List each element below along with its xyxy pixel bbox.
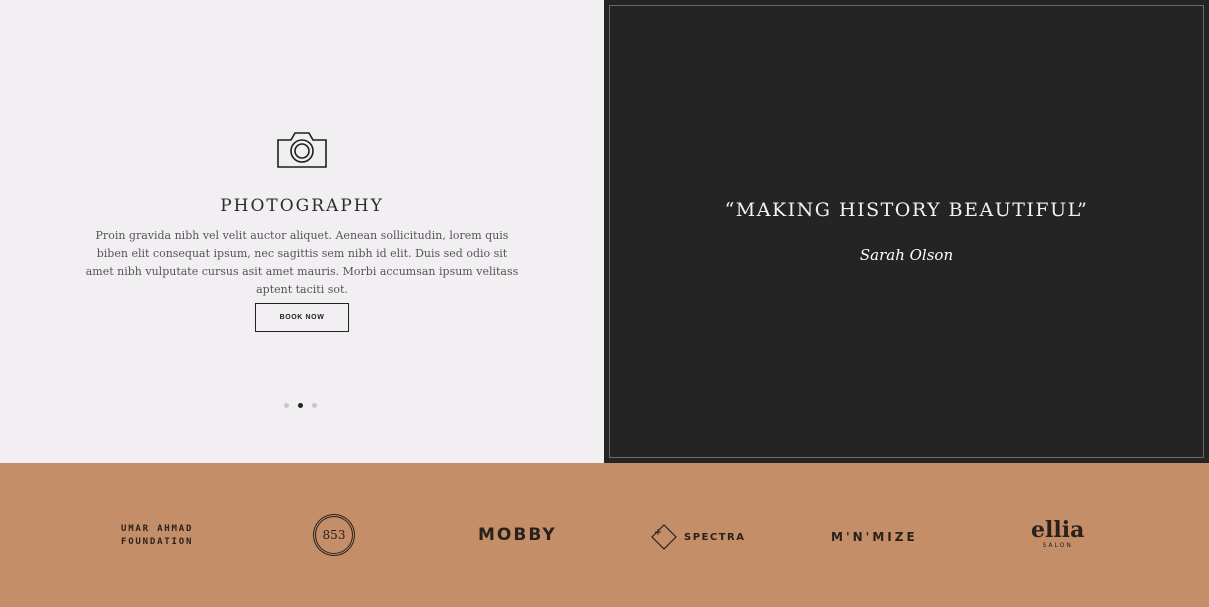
client-logos-bar: UMAR AHMAD FOUNDATION 853 MOBBY SPECTRA … <box>0 463 1209 607</box>
logo-ellia-sub: SALON <box>1042 542 1073 549</box>
book-now-button[interactable]: BOOK NOW <box>255 303 349 332</box>
logo-umar-line2: FOUNDATION <box>121 537 194 547</box>
logo-umar-ahmad-foundation[interactable]: UMAR AHMAD FOUNDATION <box>121 523 193 549</box>
services-panel: PHOTOGRAPHY Proin gravida nibh vel velit… <box>0 0 604 463</box>
logo-mobby[interactable]: MOBBY <box>478 525 557 545</box>
slider-pagination <box>284 403 317 408</box>
spectra-mark-icon <box>651 524 677 550</box>
logo-spectra-text: SPECTRA <box>684 531 746 543</box>
logo-853[interactable]: 853 <box>313 514 355 556</box>
testimonial-frame <box>609 5 1204 458</box>
service-description: Proin gravida nibh vel velit auctor aliq… <box>85 229 519 296</box>
testimonial-author: Sarah Olson <box>859 246 954 264</box>
logo-ellia-text: ellia <box>1031 517 1085 543</box>
logo-spectra[interactable]: SPECTRA <box>650 523 745 551</box>
testimonial-quote: “MAKING HISTORY BEAUTIFUL” <box>724 199 1089 221</box>
service-title: PHOTOGRAPHY <box>220 196 384 216</box>
logo-ellia-salon[interactable]: ellia SALON <box>1031 519 1084 549</box>
slider-dot-2[interactable] <box>298 403 303 408</box>
logo-853-text: 853 <box>315 516 353 554</box>
logo-minimize[interactable]: M'N'MIZE <box>831 530 918 544</box>
slider-dot-1[interactable] <box>284 403 289 408</box>
testimonial-panel: “MAKING HISTORY BEAUTIFUL” Sarah Olson <box>604 0 1209 463</box>
camera-icon <box>277 132 327 168</box>
slider-dot-3[interactable] <box>312 403 317 408</box>
logo-umar-line1: UMAR AHMAD <box>121 524 194 534</box>
